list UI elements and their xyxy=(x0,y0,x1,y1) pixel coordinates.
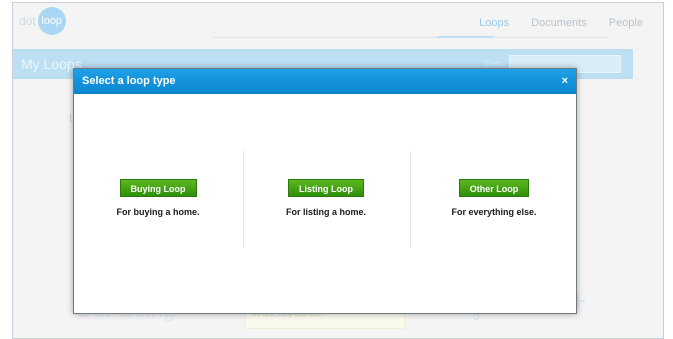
app-window: dot loop Loops Documents People My Loops… xyxy=(12,2,664,339)
buying-loop-button[interactable]: Buying Loop xyxy=(119,179,197,197)
close-icon[interactable]: × xyxy=(562,75,568,87)
other-loop-description: For everything else. xyxy=(451,207,537,217)
nav-people[interactable]: People xyxy=(609,17,643,29)
listing-loop-description: For listing a home. xyxy=(285,207,366,217)
top-navigation: Loops Documents People xyxy=(479,17,643,29)
other-loop-button[interactable]: Other Loop xyxy=(458,179,530,197)
select-loop-type-dialog: Select a loop type × Buying Loop For buy… xyxy=(73,68,577,314)
logo-text-loop: loop xyxy=(37,7,66,35)
nav-underline xyxy=(213,37,609,38)
nav-active-indicator xyxy=(437,36,493,38)
listing-loop-button[interactable]: Listing Loop xyxy=(288,179,364,197)
nav-loops[interactable]: Loops xyxy=(479,17,509,29)
view-label: View xyxy=(483,58,503,68)
logo-text-dot: dot xyxy=(19,14,36,28)
dialog-title: Select a loop type xyxy=(82,75,176,87)
dialog-header: Select a loop type × xyxy=(74,69,576,94)
option-buying: Buying Loop For buying a home. xyxy=(74,179,242,217)
dotloop-logo[interactable]: dot loop xyxy=(19,7,66,35)
buying-loop-description: For buying a home. xyxy=(116,207,200,217)
option-other: Other Loop For everything else. xyxy=(410,179,578,217)
nav-documents[interactable]: Documents xyxy=(531,17,587,29)
option-listing: Listing Loop For listing a home. xyxy=(242,179,410,217)
